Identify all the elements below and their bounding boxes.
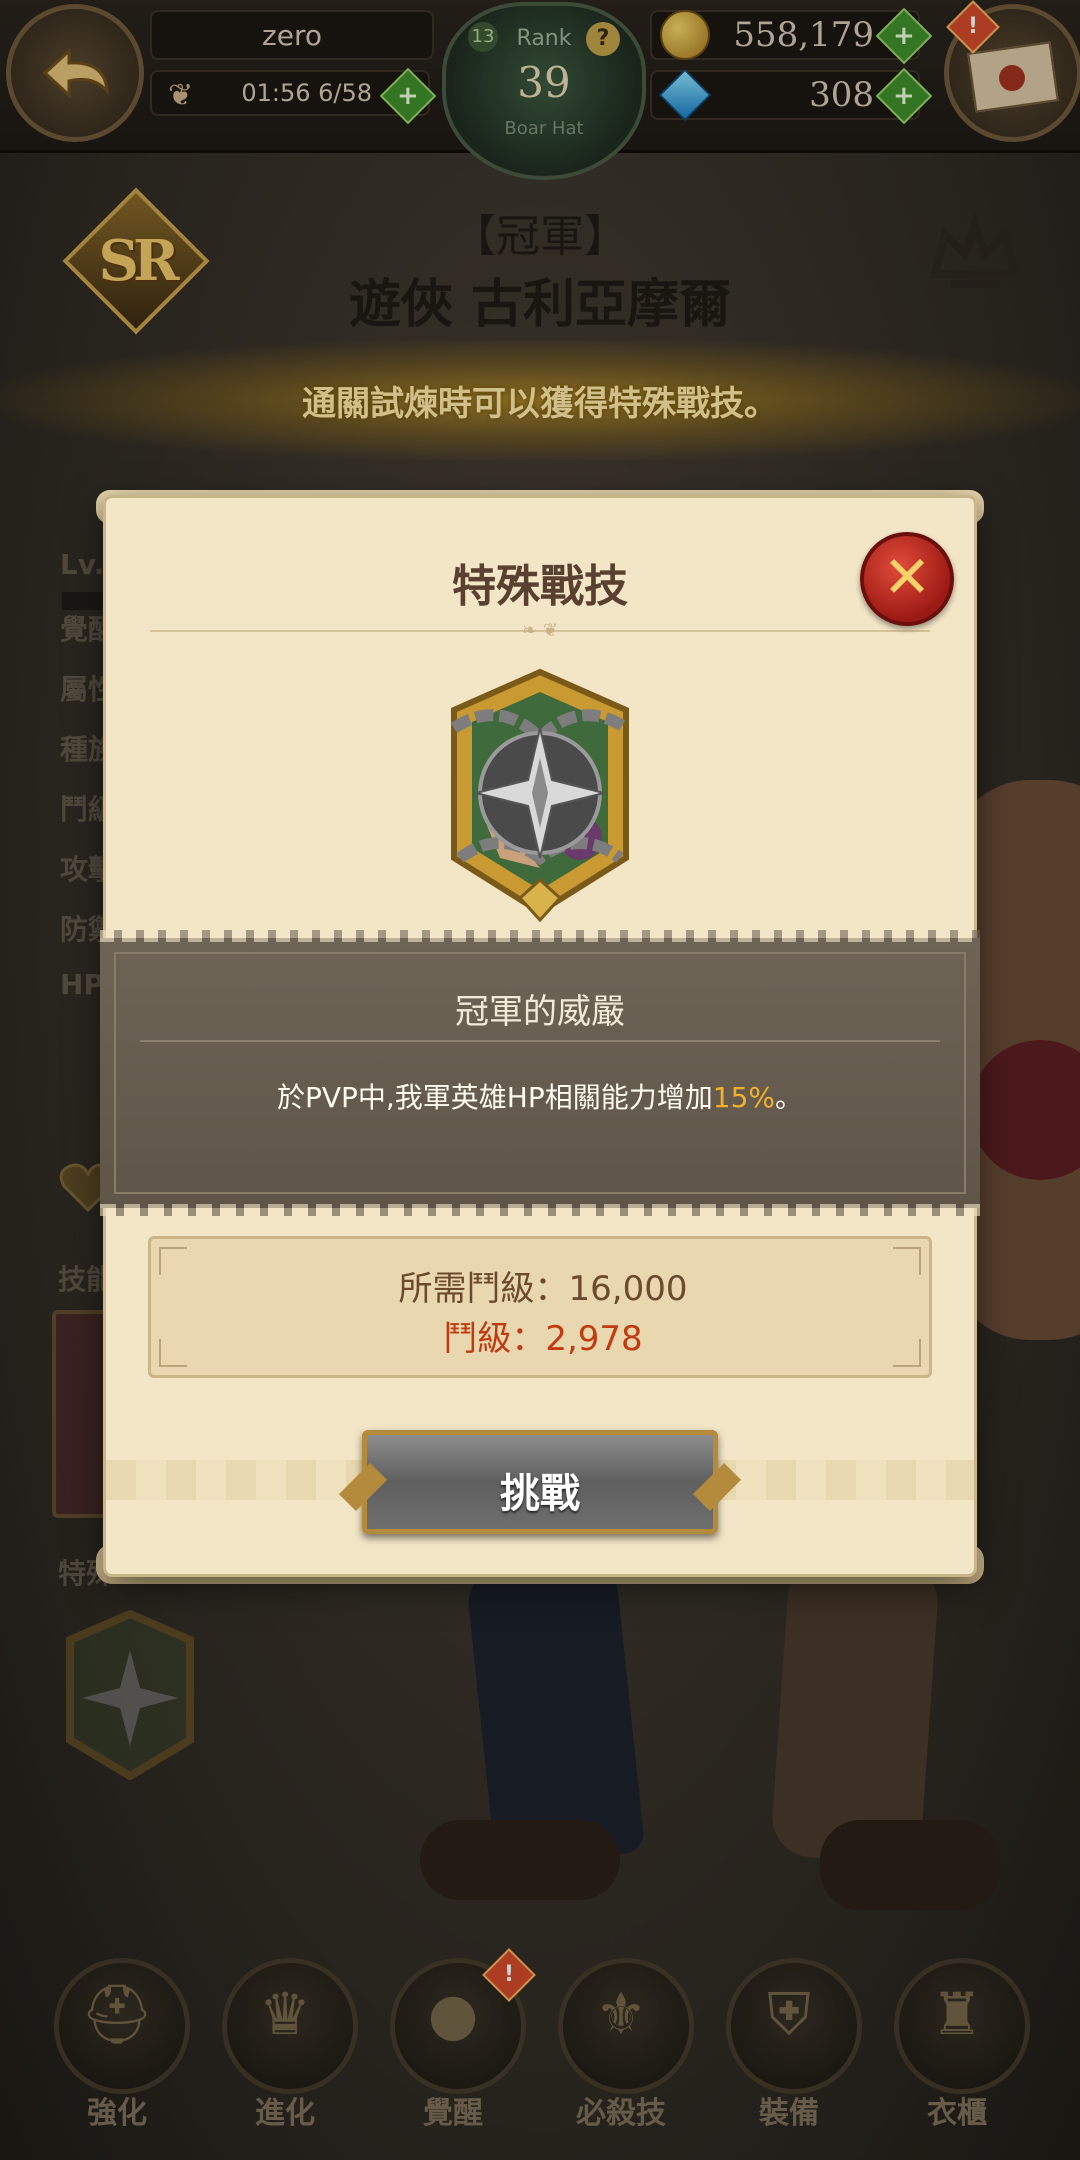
- skill-description: 於PVP中,我軍英雄HP相關能力增加15%。: [100, 1076, 980, 1116]
- special-skill-emblem-icon: [420, 663, 660, 923]
- special-skill-dialog: 特殊戰技 ❧ ❦ ✕ 冠軍的威嚴 於PVP中,我軍英雄HP相關能力增加15%。 …: [100, 498, 980, 1574]
- divider-ornament: ❧ ❦: [522, 620, 558, 641]
- dialog-title: 特殊戰技: [452, 561, 628, 612]
- skill-emblem-area: [106, 648, 974, 938]
- challenge-button-label: 挑戰: [500, 1471, 580, 1517]
- skill-bonus-value: 15%: [712, 1081, 775, 1114]
- requirement-box: 所需鬥級：16,000 鬥級：2,978: [148, 1236, 932, 1378]
- skill-description-end: 。: [774, 1081, 803, 1114]
- torn-edge: [100, 930, 980, 942]
- close-icon: ✕: [882, 543, 932, 611]
- challenge-button[interactable]: 挑戰: [338, 1430, 742, 1534]
- skill-description-panel: 冠軍的威嚴 於PVP中,我軍英雄HP相關能力增加15%。: [100, 930, 980, 1216]
- skill-name: 冠軍的威嚴: [455, 992, 625, 1032]
- current-battle-rank: 鬥級：2,978: [443, 1319, 643, 1359]
- torn-edge: [100, 1204, 980, 1216]
- required-battle-rank: 所需鬥級：16,000: [398, 1269, 688, 1309]
- close-button[interactable]: ✕: [860, 532, 954, 626]
- skill-description-text: 於PVP中,我軍英雄HP相關能力增加: [276, 1081, 713, 1114]
- description-divider: [140, 1040, 940, 1042]
